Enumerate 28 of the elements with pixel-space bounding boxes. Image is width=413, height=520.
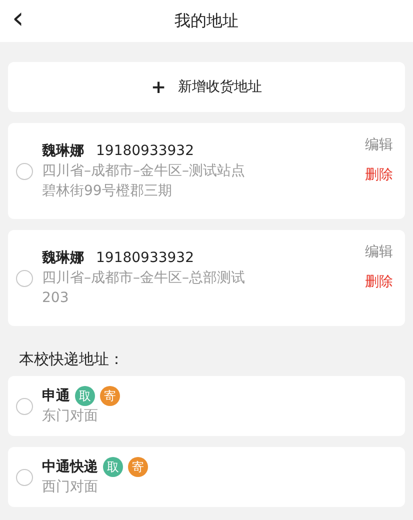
radio-button[interactable]	[16, 162, 33, 180]
phone-number: 19180933932	[96, 249, 194, 268]
service-badge: 取	[75, 386, 95, 406]
courier-location: 西门对面	[42, 478, 99, 497]
service-badge: 寄	[128, 457, 148, 477]
edit-button[interactable]: 编辑	[365, 135, 393, 155]
add-address-button[interactable]: + 新增收货地址	[8, 62, 405, 112]
page-title: 我的地址	[174, 10, 238, 32]
contact-name: 魏琳娜	[42, 142, 84, 161]
radio-button[interactable]	[16, 468, 33, 486]
courier-name: 申通	[42, 387, 70, 406]
edit-button[interactable]: 编辑	[365, 242, 393, 262]
courier-name: 中通快递	[42, 458, 98, 477]
courier-location: 东门对面	[42, 407, 99, 426]
contact-name: 魏琳娜	[42, 249, 84, 268]
radio-button[interactable]	[16, 270, 33, 286]
address-line: 203	[42, 289, 70, 308]
back-button[interactable]: ‹	[8, 4, 28, 34]
delete-button[interactable]: 删除	[365, 272, 393, 292]
radio-button[interactable]	[16, 398, 33, 414]
address-line: 四川省–成都市–金牛区–测试站点	[42, 162, 246, 181]
address-line: 碧林街99号橙郡三期	[42, 182, 173, 201]
service-badge: 取	[103, 457, 123, 477]
phone-number: 19180933932	[96, 142, 194, 161]
delete-button[interactable]: 删除	[365, 165, 393, 185]
address-line: 四川省–成都市–金牛区–总部测试	[42, 269, 246, 288]
section-title: 本校快递地址：	[19, 350, 124, 368]
service-badge: 寄	[100, 386, 120, 406]
